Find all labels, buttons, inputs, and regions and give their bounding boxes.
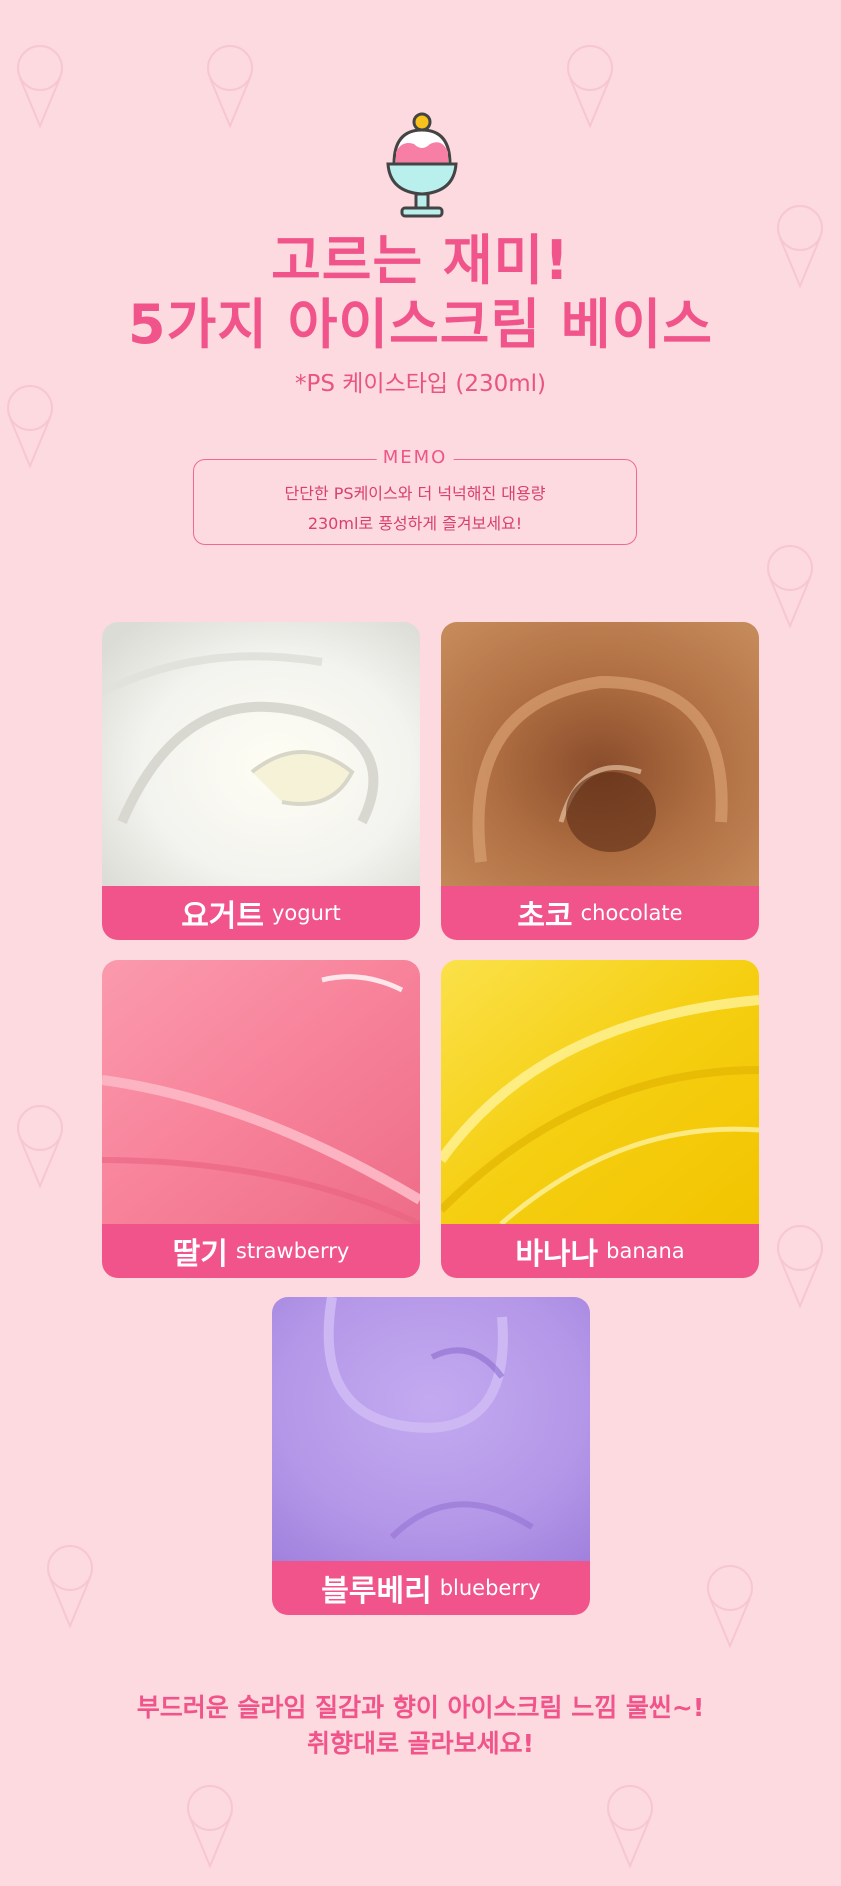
flavor-name-en: chocolate (580, 901, 683, 925)
headline-line1: 고르는 재미! (271, 229, 570, 292)
flavor-label: 초코 chocolate (441, 886, 759, 940)
ice-cream-cone-icon (47, 1545, 93, 1629)
flavor-name-ko: 블루베리 (321, 1574, 432, 1609)
flavor-label: 요거트 yogurt (102, 886, 420, 940)
flavor-card-chocolate: 초코 chocolate (441, 622, 759, 940)
ice-cream-cone-icon (17, 45, 63, 129)
flavor-label: 바나나 banana (441, 1224, 759, 1278)
footer-line1: 부드러운 슬라임 질감과 향이 아이스크림 느낌 물씬~! (136, 1693, 705, 1722)
footer-line2: 취향대로 골라보세요! (306, 1729, 535, 1758)
ice-cream-cone-icon (567, 45, 613, 129)
flavor-name-en: yogurt (272, 901, 341, 925)
flavor-name-ko: 바나나 (515, 1237, 599, 1272)
ice-cream-cone-icon (607, 1785, 653, 1869)
ice-cream-cone-icon (207, 45, 253, 129)
ice-cream-cone-icon (707, 1565, 753, 1649)
flavor-card-strawberry: 딸기 strawberry (102, 960, 420, 1278)
headline-line2: 5가지 아이스크림 베이스 (128, 293, 713, 356)
flavor-name-ko: 딸기 (172, 1237, 228, 1272)
ice-cream-cone-icon (777, 1225, 823, 1309)
ice-cream-sundae-icon (386, 112, 458, 218)
yogurt-texture-image (102, 622, 420, 886)
strawberry-texture-image (102, 960, 420, 1224)
ice-cream-cone-icon (17, 1105, 63, 1189)
subtitle: *PS 케이스타입 (230ml) (294, 371, 547, 397)
ice-cream-cone-icon (187, 1785, 233, 1869)
flavor-name-ko: 요거트 (181, 899, 264, 934)
memo-box: MEMO 단단한 PS케이스와 더 넉넉해진 대용량 230ml로 풍성하게 즐… (193, 447, 637, 545)
banana-texture-image (441, 960, 759, 1224)
flavor-name-en: strawberry (235, 1239, 350, 1263)
flavor-card-blueberry: 블루베리 blueberry (272, 1297, 590, 1615)
flavor-name-ko: 초코 (517, 899, 573, 934)
memo-line2: 230ml로 풍성하게 즐겨보세요! (307, 514, 523, 533)
flavor-label: 딸기 strawberry (102, 1224, 420, 1278)
chocolate-texture-image (441, 622, 759, 886)
flavor-label: 블루베리 blueberry (272, 1561, 590, 1615)
flavor-card-yogurt: 요거트 yogurt (102, 622, 420, 940)
ice-cream-cone-icon (767, 545, 813, 629)
flavor-name-en: blueberry (439, 1576, 541, 1600)
memo-title: MEMO (376, 447, 454, 468)
flavor-name-en: banana (606, 1239, 685, 1263)
blueberry-texture-image (272, 1297, 590, 1561)
flavor-card-banana: 바나나 banana (441, 960, 759, 1278)
memo-line1: 단단한 PS케이스와 더 넉넉해진 대용량 (284, 484, 546, 503)
